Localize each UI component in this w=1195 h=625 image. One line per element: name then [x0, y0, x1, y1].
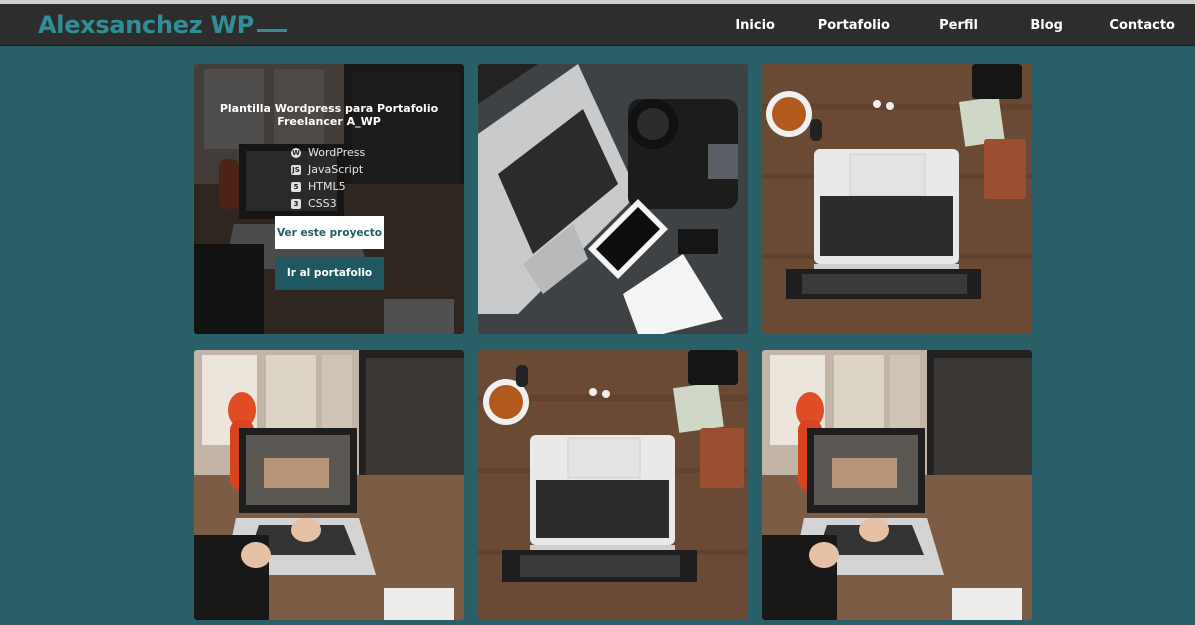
view-project-button[interactable]: Ver este proyecto — [275, 216, 384, 249]
tech-list: W WordPress JS JavaScript 5 HTML5 3 CSS3 — [291, 144, 365, 212]
tech-item-javascript: JS JavaScript — [291, 163, 364, 176]
portfolio-item[interactable] — [194, 350, 464, 620]
logo-cursor-underscore — [256, 29, 287, 32]
site-logo[interactable]: Alexsanchez WP — [38, 11, 287, 39]
site-header: Alexsanchez WP Inicio Portafolio Perfil … — [0, 4, 1195, 46]
portfolio-item[interactable] — [762, 350, 1032, 620]
nav-perfil[interactable]: Perfil — [939, 18, 978, 33]
nav-portafolio[interactable]: Portafolio — [818, 18, 890, 33]
macbook-coffee-top-view-photo — [478, 350, 748, 620]
html5-icon: 5 — [291, 181, 301, 192]
project-title: Plantilla Wordpress para Portafolio Free… — [219, 102, 439, 128]
nav-inicio[interactable]: Inicio — [735, 18, 775, 33]
wordpress-icon: W — [291, 147, 301, 158]
portfolio-item[interactable] — [478, 350, 748, 620]
project-overlay: Plantilla Wordpress para Portafolio Free… — [194, 64, 464, 334]
desk-imac-laptop-photo — [762, 350, 1032, 620]
laptop-camera-phone-photo — [478, 64, 748, 334]
tech-item-css3: 3 CSS3 — [291, 195, 365, 212]
nav-blog[interactable]: Blog — [1030, 18, 1063, 33]
portfolio-item[interactable] — [762, 64, 1032, 334]
go-to-portfolio-button[interactable]: Ir al portafolio — [275, 257, 384, 290]
tech-item-wordpress: W WordPress — [291, 146, 366, 159]
portfolio-item[interactable] — [478, 64, 748, 334]
tech-item-html5: 5 HTML5 — [291, 178, 365, 195]
macbook-coffee-top-view-photo — [762, 64, 1032, 334]
nav-contacto[interactable]: Contacto — [1109, 18, 1175, 33]
portfolio-item-featured[interactable]: Plantilla Wordpress para Portafolio Free… — [194, 64, 464, 334]
javascript-icon: JS — [291, 164, 301, 175]
css3-icon: 3 — [291, 198, 301, 209]
desk-imac-laptop-photo — [194, 350, 464, 620]
portfolio-grid: Plantilla Wordpress para Portafolio Free… — [194, 64, 1032, 620]
